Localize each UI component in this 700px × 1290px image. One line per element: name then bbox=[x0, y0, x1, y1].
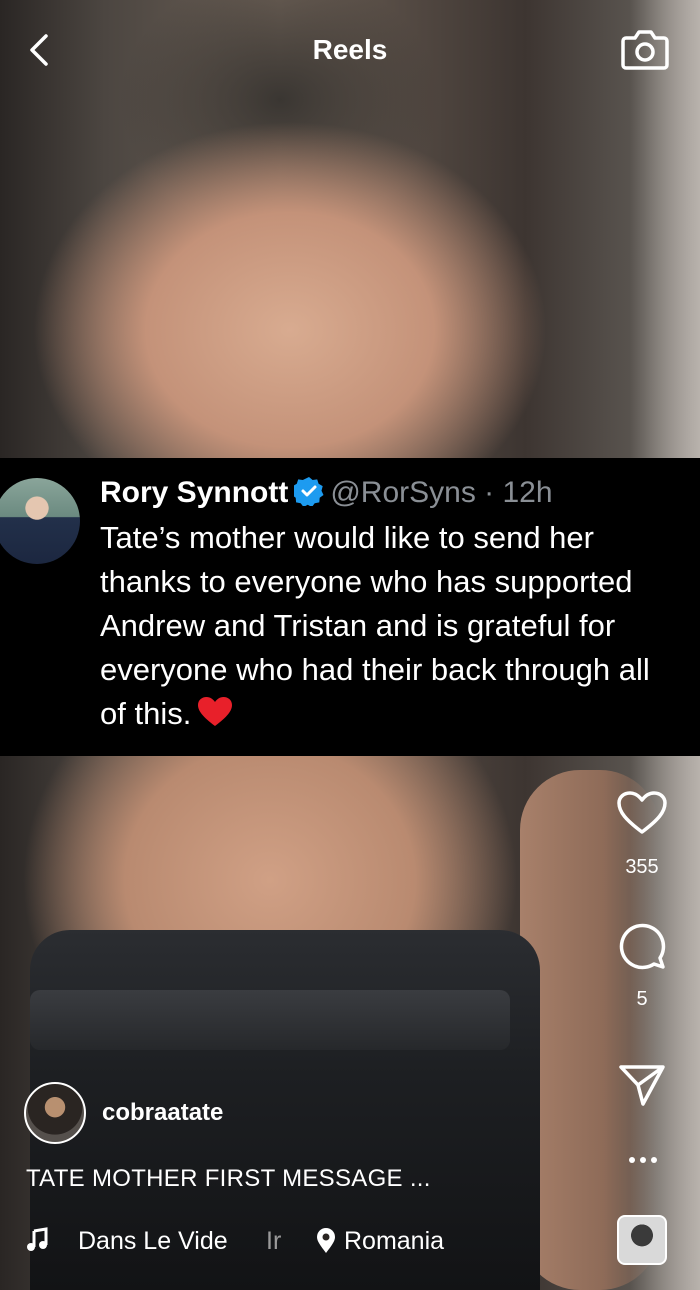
red-heart-icon bbox=[198, 697, 233, 726]
tweet-author-name: Rory Synnott bbox=[100, 476, 289, 509]
like-count: 355 bbox=[625, 856, 659, 878]
more-dots-icon bbox=[629, 1157, 657, 1163]
tweet-card: Rory Synnott @RorSyns · 12h Tate’s mothe… bbox=[0, 458, 700, 756]
audio-track-overflow: Ir bbox=[266, 1227, 282, 1255]
page-title: Reels bbox=[312, 34, 388, 65]
share-button[interactable] bbox=[600, 1062, 684, 1113]
top-bar: Reels bbox=[0, 0, 700, 100]
verified-badge-icon bbox=[294, 477, 324, 506]
camera-icon bbox=[621, 30, 669, 70]
reel-meta: Dans Le Vide Ir Romania bbox=[26, 1225, 586, 1259]
video-waistband bbox=[30, 990, 510, 1050]
like-button[interactable] bbox=[600, 790, 684, 841]
location-link[interactable]: Romania bbox=[344, 1227, 444, 1256]
avatar[interactable] bbox=[24, 1082, 86, 1144]
tweet-text: Tate’s mother would like to send her tha… bbox=[100, 520, 650, 731]
music-note-icon bbox=[27, 1227, 48, 1251]
comment-button[interactable] bbox=[600, 920, 684, 977]
reel-caption[interactable]: TATE MOTHER FIRST MESSAGE ... bbox=[26, 1165, 431, 1193]
tweet-author-avatar bbox=[0, 478, 80, 564]
tweet-body: Tate’s mother would like to send her tha… bbox=[100, 516, 700, 736]
owner-username[interactable]: cobraatate bbox=[102, 1099, 223, 1127]
comment-icon bbox=[619, 923, 666, 970]
location-pin-icon bbox=[317, 1228, 335, 1253]
tweet-handle-time: @RorSyns · 12h bbox=[330, 476, 553, 509]
camera-button[interactable] bbox=[620, 26, 670, 72]
audio-track-link[interactable]: Dans Le Vide bbox=[78, 1227, 228, 1256]
send-icon bbox=[619, 1065, 665, 1106]
comment-count: 5 bbox=[636, 988, 648, 1010]
heart-icon bbox=[617, 791, 667, 834]
tweet-header: Rory Synnott @RorSyns · 12h bbox=[100, 476, 553, 510]
reel-owner[interactable]: cobraatate bbox=[24, 1082, 223, 1144]
audio-thumbnail[interactable] bbox=[617, 1215, 667, 1265]
more-options-button[interactable] bbox=[628, 1150, 658, 1170]
